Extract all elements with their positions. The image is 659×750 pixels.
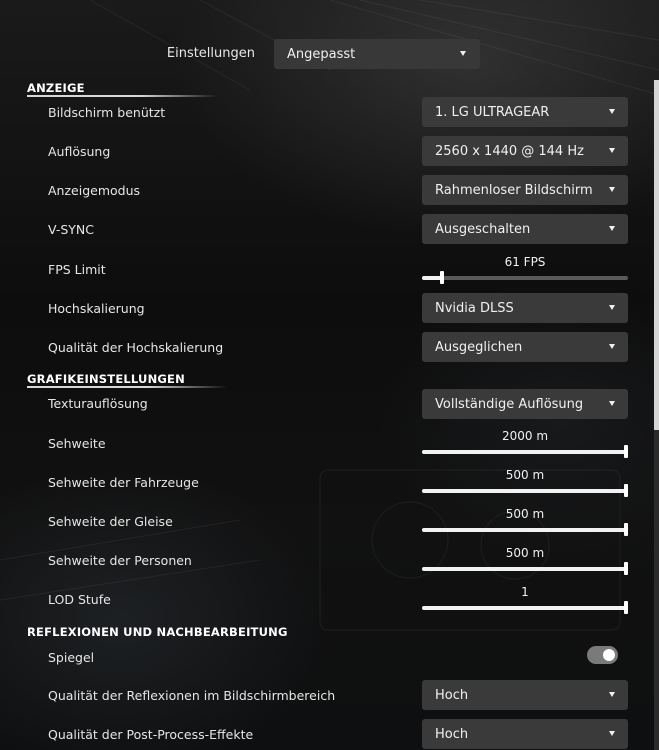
chevron-down-icon bbox=[609, 731, 615, 736]
people-distance-handle[interactable] bbox=[624, 562, 628, 575]
monitor-dropdown[interactable]: 1. LG ULTRAGEAR bbox=[422, 97, 628, 127]
preset-value: Angepasst bbox=[287, 46, 356, 62]
chevron-down-icon bbox=[609, 401, 615, 406]
fps-limit-fill bbox=[422, 276, 442, 280]
display-mode-value: Rahmenloser Bildschirm bbox=[435, 182, 593, 198]
texture-resolution-value: Vollständige Auflösung bbox=[435, 396, 584, 412]
view-distance-handle[interactable] bbox=[624, 445, 628, 458]
people-distance-slider[interactable]: 500 m bbox=[422, 546, 628, 586]
monitor-label: Bildschirm benützt bbox=[48, 105, 166, 120]
lod-level-slider[interactable]: 1 bbox=[422, 585, 628, 625]
resolution-value: 2560 x 1440 @ 144 Hz bbox=[435, 143, 584, 159]
vsync-value: Ausgeschalten bbox=[435, 221, 531, 237]
vsync-dropdown[interactable]: Ausgeschalten bbox=[422, 214, 628, 244]
chevron-down-icon bbox=[609, 344, 615, 349]
section-display-title: ANZEIGE bbox=[27, 81, 85, 95]
lod-level-label: LOD Stufe bbox=[48, 592, 111, 607]
view-distance-fill bbox=[422, 450, 628, 454]
section-display-underline bbox=[27, 95, 217, 97]
view-distance-track[interactable] bbox=[422, 445, 628, 458]
ssr-quality-dropdown[interactable]: Hoch bbox=[422, 680, 628, 710]
upscaling-label: Hochskalierung bbox=[48, 301, 145, 316]
texture-resolution-dropdown[interactable]: Vollständige Auflösung bbox=[422, 389, 628, 419]
ssr-quality-label: Qualität der Reflexionen im Bildschirmbe… bbox=[48, 688, 336, 703]
scrollbar-thumb[interactable] bbox=[654, 80, 659, 430]
fps-limit-handle[interactable] bbox=[439, 271, 444, 284]
track-distance-handle[interactable] bbox=[624, 523, 628, 536]
upscaling-dropdown[interactable]: Nvidia DLSS bbox=[422, 293, 628, 323]
chevron-down-icon bbox=[609, 109, 615, 114]
lod-level-track[interactable] bbox=[422, 601, 628, 614]
display-mode-label: Anzeigemodus bbox=[48, 183, 141, 198]
fps-limit-label: FPS Limit bbox=[48, 262, 106, 277]
monitor-value: 1. LG ULTRAGEAR bbox=[435, 104, 550, 120]
people-distance-track[interactable] bbox=[422, 562, 628, 575]
upscaling-quality-dropdown[interactable]: Ausgeglichen bbox=[422, 332, 628, 362]
track-distance-fill bbox=[422, 528, 628, 532]
vehicle-distance-value: 500 m bbox=[505, 468, 545, 482]
upscaling-quality-label: Qualität der Hochskalierung bbox=[48, 340, 224, 355]
view-distance-label: Sehweite bbox=[48, 436, 106, 451]
chevron-down-icon bbox=[609, 187, 615, 192]
resolution-label: Auflösung bbox=[48, 144, 111, 159]
section-graphics-underline bbox=[27, 386, 227, 388]
fps-limit-slider[interactable]: 61 FPS bbox=[422, 255, 628, 295]
lod-level-fill bbox=[422, 606, 628, 610]
resolution-dropdown[interactable]: 2560 x 1440 @ 144 Hz bbox=[422, 136, 628, 166]
upscaling-quality-value: Ausgeglichen bbox=[435, 339, 523, 355]
track-distance-slider[interactable]: 500 m bbox=[422, 507, 628, 547]
vehicle-distance-label: Sehweite der Fahrzeuge bbox=[48, 475, 199, 490]
vsync-label: V-SYNC bbox=[48, 222, 94, 237]
preset-dropdown[interactable]: Angepasst bbox=[274, 39, 480, 69]
people-distance-fill bbox=[422, 567, 628, 571]
mirror-toggle[interactable] bbox=[587, 646, 618, 664]
post-process-quality-label: Qualität der Post-Process-Effekte bbox=[48, 727, 254, 742]
display-mode-dropdown[interactable]: Rahmenloser Bildschirm bbox=[422, 175, 628, 205]
post-process-quality-dropdown[interactable]: Hoch bbox=[422, 719, 628, 749]
preset-label: Einstellungen bbox=[166, 46, 255, 61]
track-distance-value: 500 m bbox=[505, 507, 545, 521]
fps-limit-track[interactable] bbox=[422, 271, 628, 284]
track-distance-label: Sehweite der Gleise bbox=[48, 514, 173, 529]
view-distance-value: 2000 m bbox=[501, 429, 549, 443]
vehicle-distance-handle[interactable] bbox=[624, 484, 628, 497]
vehicle-distance-fill bbox=[422, 489, 628, 493]
view-distance-slider[interactable]: 2000 m bbox=[422, 429, 628, 469]
track-distance-track[interactable] bbox=[422, 523, 628, 536]
vehicle-distance-slider[interactable]: 500 m bbox=[422, 468, 628, 508]
texture-resolution-label: Texturauflösung bbox=[48, 396, 148, 411]
chevron-down-icon bbox=[460, 51, 466, 56]
vehicle-distance-track[interactable] bbox=[422, 484, 628, 497]
scrollbar[interactable] bbox=[654, 80, 659, 750]
mirror-toggle-knob bbox=[603, 649, 615, 661]
chevron-down-icon bbox=[609, 148, 615, 153]
upscaling-value: Nvidia DLSS bbox=[435, 300, 514, 316]
chevron-down-icon bbox=[609, 226, 615, 231]
people-distance-value: 500 m bbox=[505, 546, 545, 560]
lod-level-value: 1 bbox=[521, 585, 529, 599]
ssr-quality-value: Hoch bbox=[435, 687, 469, 703]
post-process-quality-value: Hoch bbox=[435, 726, 469, 742]
fps-limit-value: 61 FPS bbox=[504, 255, 546, 269]
section-graphics-title: GRAFIKEINSTELLUNGEN bbox=[27, 372, 185, 386]
mirror-label: Spiegel bbox=[48, 650, 95, 665]
lod-level-handle[interactable] bbox=[624, 601, 628, 614]
chevron-down-icon bbox=[609, 692, 615, 697]
chevron-down-icon bbox=[609, 305, 615, 310]
people-distance-label: Sehweite der Personen bbox=[48, 553, 192, 568]
section-reflections-title: REFLEXIONEN UND NACHBEARBEITUNG bbox=[27, 625, 288, 639]
